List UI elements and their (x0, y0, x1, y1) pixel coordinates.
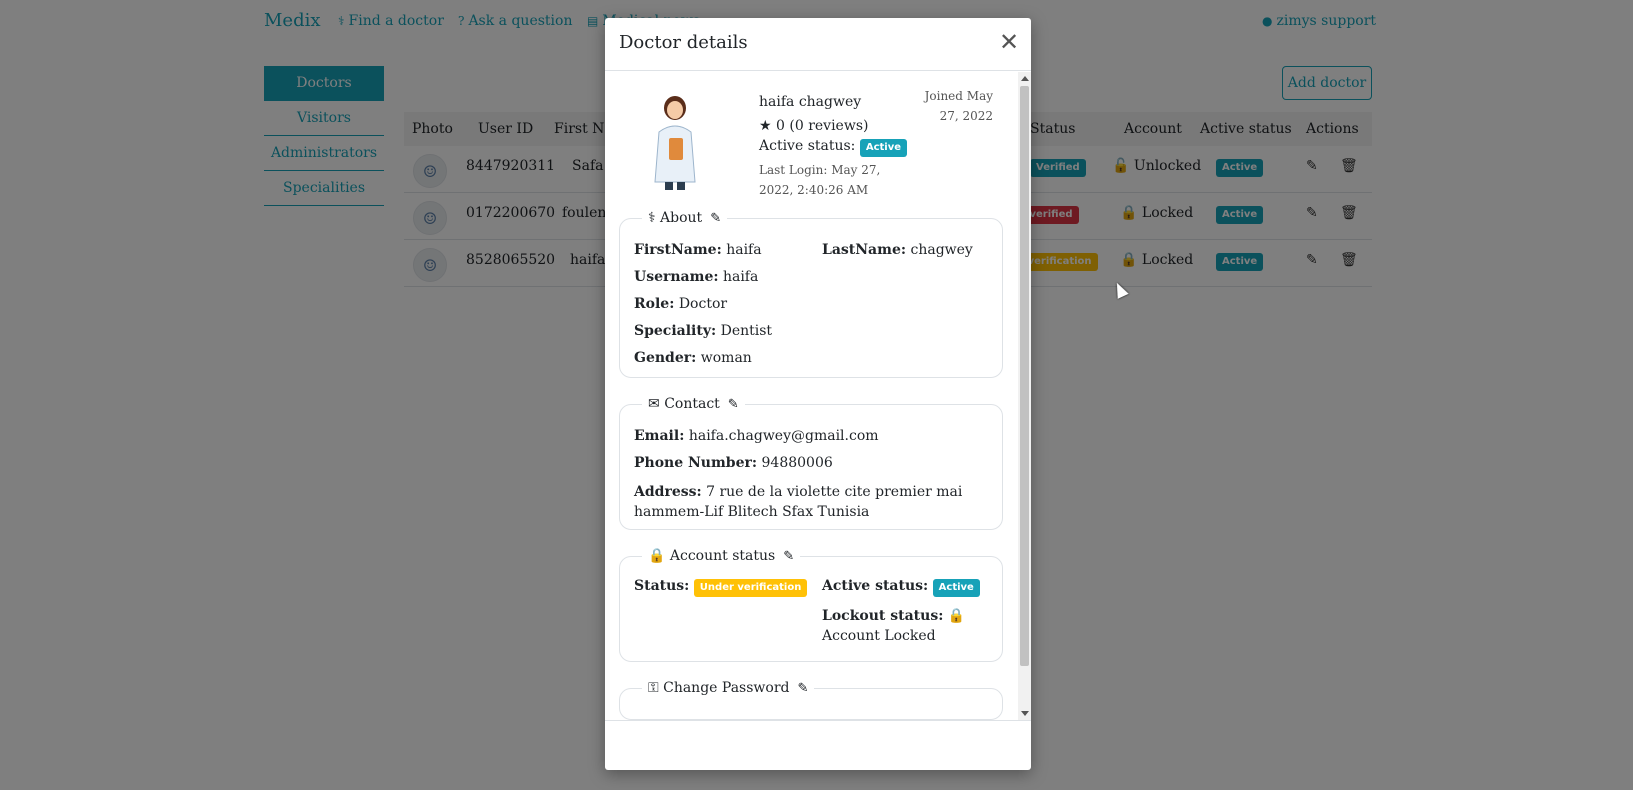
speciality-field: Speciality: Dentist (634, 323, 773, 339)
doctor-details-modal: Doctor details ✕ haifa chagwey ★ 0 (0 re… (605, 18, 1031, 770)
modal-body: haifa chagwey ★ 0 (0 reviews) Active sta… (605, 72, 1031, 720)
doctor-active-status: Active status: Active (759, 138, 908, 157)
doctor-profile: haifa chagwey ★ 0 (0 reviews) Active sta… (605, 72, 1017, 212)
change-password-section: ⚿ Change Password ✎ (619, 680, 1003, 720)
address-field: Address: 7 rue de la violette cite premi… (634, 484, 963, 520)
account-status-section: 🔒 Account status ✎ Status: Under verifica… (619, 548, 1003, 662)
username-field: Username: haifa (634, 269, 759, 285)
modal-scrollbar[interactable] (1018, 72, 1031, 720)
about-legend: ⚕ About ✎ (648, 210, 722, 226)
status-badge: Active (932, 579, 980, 597)
contact-section: ✉ Contact ✎ Email: haifa.chagwey@gmail.co… (619, 396, 1003, 530)
doctor-rating[interactable]: ★ 0 (0 reviews) (759, 118, 868, 134)
status-badge: Under verification (693, 579, 808, 597)
status-field: Status: Under verification (634, 578, 808, 597)
key-icon: ⚿ (648, 680, 659, 696)
close-icon[interactable]: ✕ (997, 30, 1021, 54)
lock-icon: 🔒 (648, 548, 666, 564)
star-icon: ★ (759, 118, 772, 134)
role-field: Role: Doctor (634, 296, 728, 312)
lastname-field: LastName: chagwey (822, 242, 973, 258)
scroll-up-arrow[interactable] (1021, 76, 1029, 81)
doctor-name: haifa chagwey (759, 94, 862, 110)
change-password-legend: ⚿ Change Password ✎ (648, 680, 809, 696)
contact-legend: ✉ Contact ✎ (648, 396, 739, 412)
modal-title: Doctor details (619, 32, 748, 53)
edit-icon[interactable]: ✎ (783, 549, 794, 564)
envelope-icon: ✉ (648, 396, 660, 412)
modal-header: Doctor details ✕ (605, 18, 1031, 71)
scroll-thumb[interactable] (1020, 86, 1029, 666)
firstname-field: FirstName: haifa (634, 242, 762, 258)
modal-footer (605, 720, 1031, 770)
edit-icon[interactable]: ✎ (797, 681, 808, 696)
last-login: Last Login: May 27, 2022, 2:40:26 AM (759, 163, 881, 197)
joined-date: Joined May 27, 2022 (924, 89, 993, 123)
user-md-icon: ⚕ (648, 210, 656, 226)
about-section: ⚕ About ✎ FirstName: haifa LastName: chag… (619, 210, 1003, 378)
edit-icon[interactable]: ✎ (710, 211, 721, 226)
account-status-legend: 🔒 Account status ✎ (648, 548, 795, 564)
email-field: Email: haifa.chagwey@gmail.com (634, 428, 879, 444)
edit-icon[interactable]: ✎ (728, 397, 739, 412)
status-badge: Active (859, 139, 908, 157)
doctor-avatar (654, 96, 696, 190)
lock-icon: 🔒 (947, 608, 966, 624)
phone-field: Phone Number: 94880006 (634, 455, 833, 471)
gender-field: Gender: woman (634, 350, 752, 366)
lockout-status-field: Lockout status: 🔒 Account Locked (822, 608, 966, 644)
scroll-down-arrow[interactable] (1021, 711, 1029, 716)
active-status-field: Active status: Active (822, 578, 980, 597)
